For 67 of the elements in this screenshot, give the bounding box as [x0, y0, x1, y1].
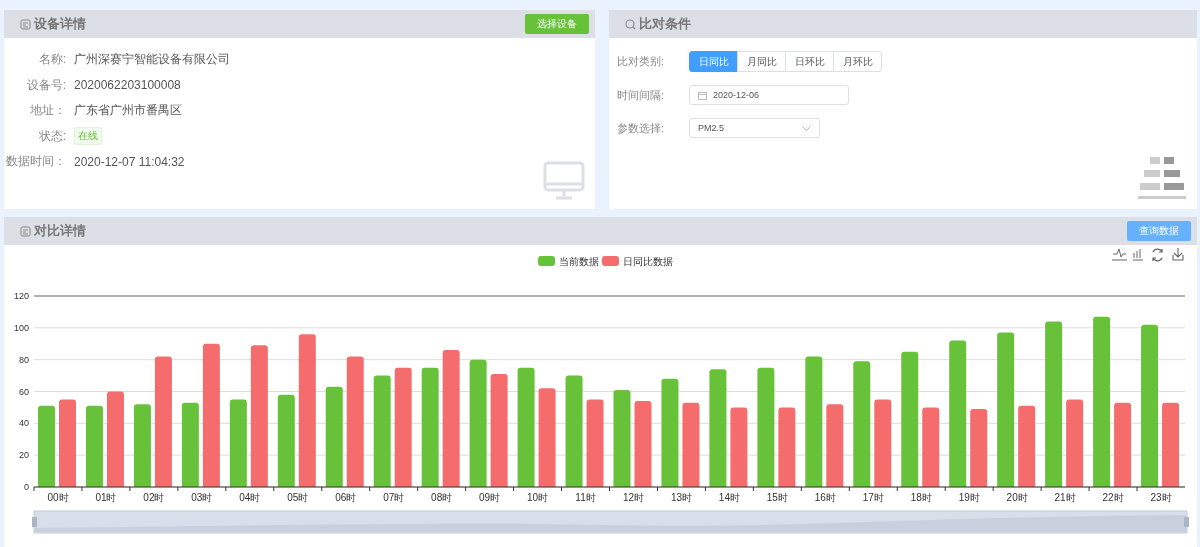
field-value: 广州深赛宁智能设备有限公司	[74, 51, 230, 69]
axis-label: 09时	[479, 492, 501, 503]
axis-label: 23时	[1150, 492, 1172, 503]
axis-label: 07时	[383, 492, 405, 503]
line-chart-icon[interactable]	[1111, 248, 1128, 261]
legend-swatch[interactable]	[538, 256, 555, 266]
parameter-select[interactable]: PM2.5	[689, 118, 820, 138]
axis-label: 08时	[431, 492, 453, 503]
compare-type-option[interactable]: 月同比	[737, 51, 786, 72]
field-label: 参数选择:	[617, 120, 666, 136]
axis-label: 06时	[335, 492, 357, 503]
monitor-icon	[543, 161, 585, 201]
field-label: 地址：	[29, 102, 66, 120]
axis-label: 40	[19, 418, 29, 429]
axis-label: 12时	[622, 492, 645, 503]
axis-label: 22时	[1102, 492, 1124, 503]
refresh-icon[interactable]	[1152, 248, 1163, 262]
calendar-icon	[698, 90, 707, 100]
field-label: 状态:	[37, 127, 66, 145]
axis-label: 20	[19, 450, 29, 461]
compare-type-option[interactable]: 月环比	[833, 51, 882, 72]
panel-title: 对比详情	[34, 222, 86, 240]
stacked-bars-icon	[1137, 155, 1187, 201]
axis-label: 13时	[670, 492, 692, 503]
axis-label: 11时	[575, 492, 596, 503]
axis-label: 18时	[910, 492, 932, 503]
download-icon[interactable]	[1172, 247, 1184, 261]
axis-label: 05时	[287, 492, 309, 503]
field-label: 名称:	[37, 51, 66, 69]
field-value: 广东省广州市番禺区	[74, 102, 182, 120]
axis-label: 80	[19, 354, 29, 365]
field-label: 数据时间：	[5, 153, 66, 171]
compare-type-option[interactable]: 日环比	[785, 51, 834, 72]
document-icon	[20, 225, 31, 237]
field-value: 2020062203100008	[74, 78, 181, 93]
date-field[interactable]: 2020-12-06	[689, 85, 849, 105]
status-tag: 在线	[74, 127, 102, 146]
chevron-down-icon	[802, 125, 811, 131]
axis-label: 21时	[1054, 492, 1076, 503]
field-label: 时间间隔:	[617, 87, 666, 103]
axis-label: 15时	[766, 492, 788, 503]
search-icon	[625, 18, 636, 30]
field-label: 设备号:	[25, 76, 66, 94]
legend-label[interactable]: 日同比数据	[623, 256, 673, 267]
panel-title: 比对条件	[639, 15, 691, 33]
document-icon	[20, 18, 31, 30]
axis-label: 60	[19, 386, 29, 397]
legend-label[interactable]: 当前数据	[559, 256, 599, 267]
axis-label: 03时	[191, 492, 213, 503]
axis-label: 04时	[239, 492, 261, 503]
axis-label: 01时	[95, 492, 117, 503]
bar-chart-icon[interactable]	[1132, 248, 1144, 261]
axis-label: 100	[13, 322, 29, 333]
axis-label: 14时	[718, 492, 740, 503]
axis-label: 02时	[143, 492, 165, 503]
axis-label: 19时	[958, 492, 980, 503]
axis-label: 120	[13, 291, 29, 301]
axis-label: 00时	[47, 492, 69, 503]
axis-label: 20时	[1006, 492, 1028, 503]
axis-label: 16时	[814, 492, 836, 503]
axis-label: 17时	[862, 492, 884, 503]
axis-label: 10时	[527, 492, 549, 503]
field-value: 2020-12-07 11:04:32	[74, 154, 185, 169]
legend-swatch[interactable]	[602, 256, 619, 266]
axis-label: 0	[24, 482, 29, 492]
panel-title: 设备详情	[34, 15, 86, 33]
field-label: 比对类别:	[617, 54, 666, 69]
